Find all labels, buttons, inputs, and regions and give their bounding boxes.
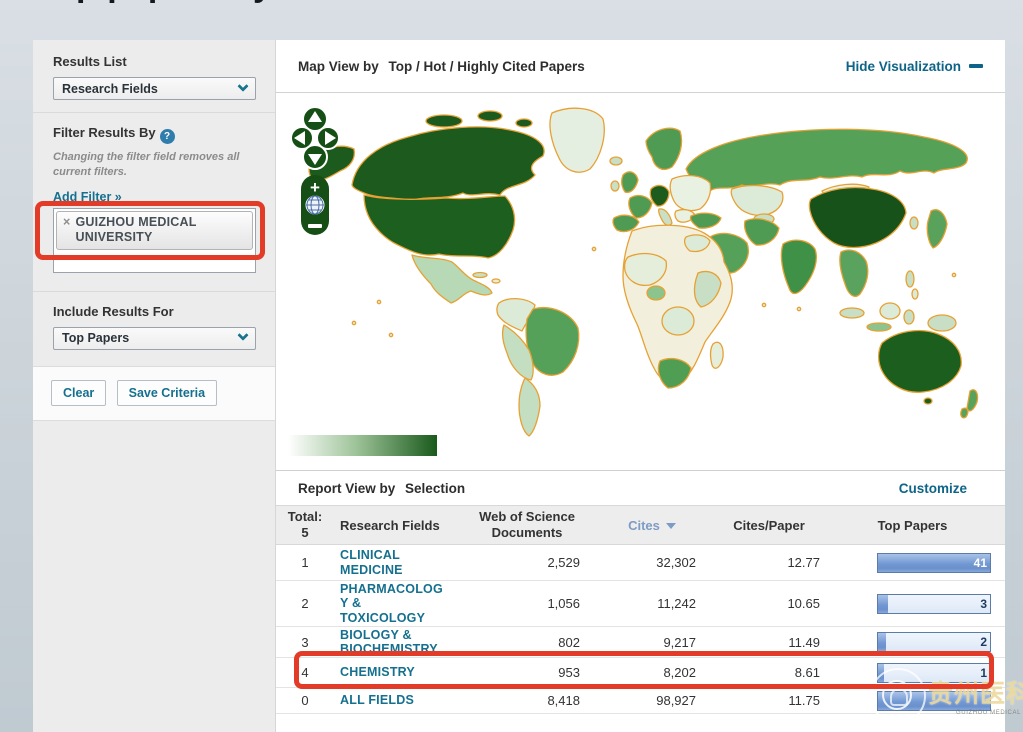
col-top-papers: Top Papers xyxy=(828,514,1005,537)
clear-button[interactable]: Clear xyxy=(51,380,106,406)
cites-value: 9,217 xyxy=(602,631,710,654)
top-papers-bar: 41 xyxy=(877,553,991,573)
row-rank: 3 xyxy=(276,631,334,654)
chevron-down-icon xyxy=(237,330,248,341)
field-link[interactable]: PHARMACOLOGY & TOXICOLOGY xyxy=(340,582,446,625)
results-list-dropdown-value: Research Fields xyxy=(62,82,239,96)
top-papers-bar: 3 xyxy=(877,594,991,614)
world-map[interactable] xyxy=(294,97,989,442)
collapse-icon xyxy=(969,64,983,68)
hide-visualization-label: Hide Visualization xyxy=(846,59,961,74)
table-row-chemistry: 4 CHEMISTRY 953 8,202 8.61 1 xyxy=(276,658,1005,688)
map-navigation-control[interactable]: + xyxy=(292,105,338,237)
top-papers-value: 2 xyxy=(980,635,987,649)
docs-value: 8,418 xyxy=(452,689,602,712)
cites-per-paper-value: 11.75 xyxy=(710,689,828,712)
table-row: 3 BIOLOGY & BIOCHEMISTRY 802 9,217 11.49… xyxy=(276,627,1005,658)
customize-link[interactable]: Customize xyxy=(899,481,967,496)
cites-value: 32,302 xyxy=(602,551,710,574)
total-label: Total: xyxy=(282,509,328,525)
map-view-title-prefix: Map View by xyxy=(298,59,379,74)
top-papers-value: 3 xyxy=(980,597,987,611)
col-research-fields: Research Fields xyxy=(334,514,452,537)
row-rank: 2 xyxy=(276,592,334,615)
filter-listbox[interactable]: × GUIZHOU MEDICAL UNIVERSITY xyxy=(53,208,256,273)
docs-value: 1,056 xyxy=(452,592,602,615)
save-criteria-button[interactable]: Save Criteria xyxy=(117,380,217,406)
choropleth-legend xyxy=(288,435,437,456)
top-papers-bar: 1 xyxy=(877,663,991,683)
table-row: 2 PHARMACOLOGY & TOXICOLOGY 1,056 11,242… xyxy=(276,581,1005,627)
row-rank: 1 xyxy=(276,551,334,574)
report-view-title: Selection xyxy=(405,481,465,496)
sidebar: Results List Research Fields Filter Resu… xyxy=(33,40,276,732)
filter-results-heading: Filter Results By xyxy=(53,125,156,140)
cites-value: 8,202 xyxy=(602,661,710,684)
add-filter-link[interactable]: Add Filter » xyxy=(53,190,255,204)
row-rank: 4 xyxy=(276,661,334,684)
field-link[interactable]: CHEMISTRY xyxy=(340,665,446,679)
top-papers-bar xyxy=(877,691,991,711)
cites-per-paper-value: 12.77 xyxy=(710,551,828,574)
cites-per-paper-value: 11.49 xyxy=(710,631,828,654)
map-view-title: Top / Hot / Highly Cited Papers xyxy=(389,59,585,74)
filter-note: Changing the filter field removes all cu… xyxy=(53,150,255,180)
main-panel: Map View by Top / Hot / Highly Cited Pap… xyxy=(276,40,1005,732)
report-view-title-prefix: Report View by xyxy=(298,481,395,496)
col-cites-label: Cites xyxy=(628,518,660,533)
field-link[interactable]: BIOLOGY & BIOCHEMISTRY xyxy=(340,628,446,657)
table-row-all-fields: 0 ALL FIELDS 8,418 98,927 11.75 xyxy=(276,688,1005,714)
col-cites-sort[interactable]: Cites xyxy=(628,518,676,533)
filter-chip-label: GUIZHOU MEDICAL UNIVERSITY xyxy=(76,215,247,245)
map-view-header: Map View by Top / Hot / Highly Cited Pap… xyxy=(276,40,1005,93)
filter-chip[interactable]: × GUIZHOU MEDICAL UNIVERSITY xyxy=(56,211,253,250)
map-area: + xyxy=(276,93,1005,470)
top-papers-bar: 2 xyxy=(877,632,991,652)
cites-per-paper-value: 8.61 xyxy=(710,661,828,684)
page-title: Top papers by xyxy=(36,0,272,5)
field-link[interactable]: CLINICAL MEDICINE xyxy=(340,548,446,577)
cites-value: 11,242 xyxy=(602,592,710,615)
total-count: 5 xyxy=(282,525,328,541)
include-results-dropdown[interactable]: Top Papers xyxy=(53,327,256,350)
chevron-down-icon xyxy=(237,80,248,91)
table-header-row: Total: 5 Research Fields Web of Science … xyxy=(276,505,1005,545)
help-icon[interactable]: ? xyxy=(160,129,175,144)
results-list-dropdown[interactable]: Research Fields xyxy=(53,77,256,100)
docs-value: 802 xyxy=(452,631,602,654)
col-documents: Web of Science Documents xyxy=(458,509,596,540)
row-rank: 0 xyxy=(276,689,334,712)
results-table: Total: 5 Research Fields Web of Science … xyxy=(276,505,1005,714)
sort-descending-icon xyxy=(666,523,676,529)
docs-value: 2,529 xyxy=(452,551,602,574)
top-papers-value: 41 xyxy=(974,556,987,570)
cites-value: 98,927 xyxy=(602,689,710,712)
cites-per-paper-value: 10.65 xyxy=(710,592,828,615)
table-row: 1 CLINICAL MEDICINE 2,529 32,302 12.77 4… xyxy=(276,545,1005,581)
docs-value: 953 xyxy=(452,661,602,684)
hide-visualization-link[interactable]: Hide Visualization xyxy=(846,59,983,74)
report-view-header: Report View by Selection Customize xyxy=(276,470,1005,505)
remove-filter-icon[interactable]: × xyxy=(63,215,71,245)
include-results-heading: Include Results For xyxy=(53,304,255,319)
include-results-dropdown-value: Top Papers xyxy=(62,331,239,345)
results-list-heading: Results List xyxy=(53,54,255,69)
app-window: Results List Research Fields Filter Resu… xyxy=(33,40,1005,732)
col-cites-per-paper: Cites/Paper xyxy=(710,514,828,537)
field-link[interactable]: ALL FIELDS xyxy=(340,693,446,707)
zoom-in-button: + xyxy=(310,178,320,197)
zoom-out-button xyxy=(308,224,322,228)
top-papers-value: 1 xyxy=(980,666,987,680)
